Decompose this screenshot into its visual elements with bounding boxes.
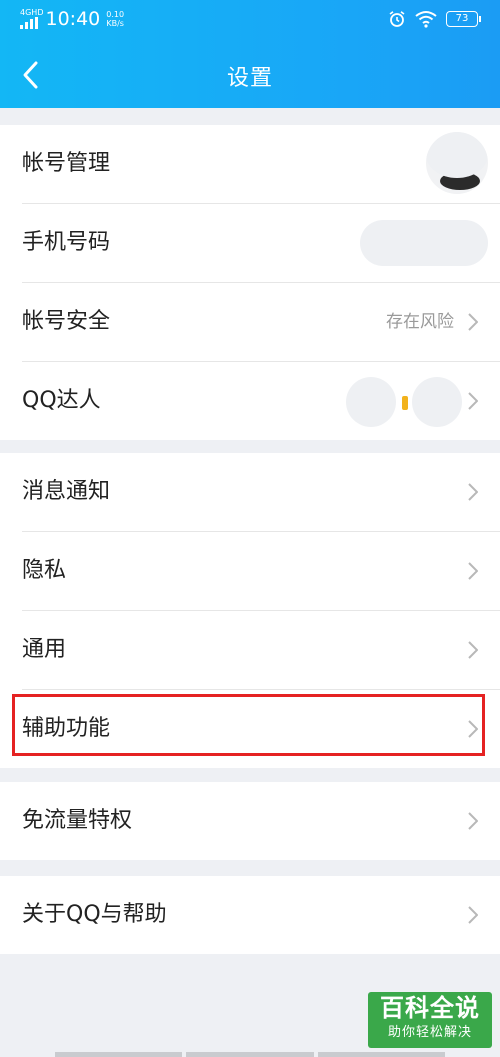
settings-item-about-help[interactable]: 关于QQ与帮助 [22,876,500,954]
avatar [426,132,488,194]
network-type: 4G [20,8,32,17]
settings-item-label: 通用 [22,637,67,662]
settings-item-label: QQ达人 [22,388,101,413]
settings-item-general[interactable]: 通用 [22,611,500,690]
daren-badge-blurred [346,377,396,427]
battery-icon: 73 [446,11,481,27]
network-indicator: 4GHD [20,9,45,29]
settings-item-label: 免流量特权 [22,808,133,833]
bottom-divider [55,1052,445,1057]
status-left: 4GHD 10:40 0.10 KB/s [20,8,124,30]
chevron-right-icon [468,483,478,501]
wifi-icon [415,11,437,28]
page-title: 设置 [226,66,273,91]
watermark-logo: 百科全说 助你轻松解决 [368,992,492,1048]
chevron-right-icon [468,906,478,924]
status-bar: 4GHD 10:40 0.10 KB/s 73 [0,0,500,40]
chevron-right-icon [468,641,478,659]
status-time: 10:40 [45,8,101,30]
watermark-title: 百科全说 [380,994,480,1022]
settings-item-notifications[interactable]: 消息通知 [22,453,500,532]
security-status: 存在风险 [386,312,454,332]
settings-item-privacy[interactable]: 隐私 [22,532,500,611]
alarm-icon [389,11,405,27]
settings-item-label: 隐私 [22,558,67,583]
chevron-right-icon [468,812,478,830]
chevron-right-icon [468,392,478,410]
hd-label: HD [31,8,44,17]
speed-value: 0.10 [106,10,125,19]
settings-item-label: 消息通知 [22,479,111,504]
nav-bar: 设置 [0,40,500,108]
highlight-box [12,694,485,756]
settings-item-phone-number[interactable]: 手机号码 [22,204,500,283]
speed-unit: KB/s [106,19,124,28]
settings-item-label: 手机号码 [22,230,111,255]
data-free-group: 免流量特权 [0,782,500,860]
settings-item-account-security[interactable]: 帐号安全 存在风险 [22,283,500,362]
account-group: 帐号管理 手机号码 帐号安全 存在风险 QQ达人 [0,125,500,440]
about-group: 关于QQ与帮助 [0,876,500,954]
settings-item-free-data-privilege[interactable]: 免流量特权 [22,782,500,860]
daren-level-blurred [412,377,462,427]
status-right: 73 [388,10,481,28]
settings-item-label: 帐号安全 [22,309,111,334]
watermark-subtitle: 助你轻松解决 [387,1025,472,1040]
phone-number-blurred [360,220,488,266]
settings-item-label: 关于QQ与帮助 [22,902,167,927]
chevron-right-icon [468,313,478,331]
chevron-right-icon [468,562,478,580]
settings-item-qq-daren[interactable]: QQ达人 [22,362,500,440]
settings-item-label: 帐号管理 [22,151,111,176]
signal-icon [20,17,39,29]
battery-level: 73 [455,13,469,24]
settings-item-account-management[interactable]: 帐号管理 [22,125,500,204]
network-speed: 0.10 KB/s [106,10,124,28]
